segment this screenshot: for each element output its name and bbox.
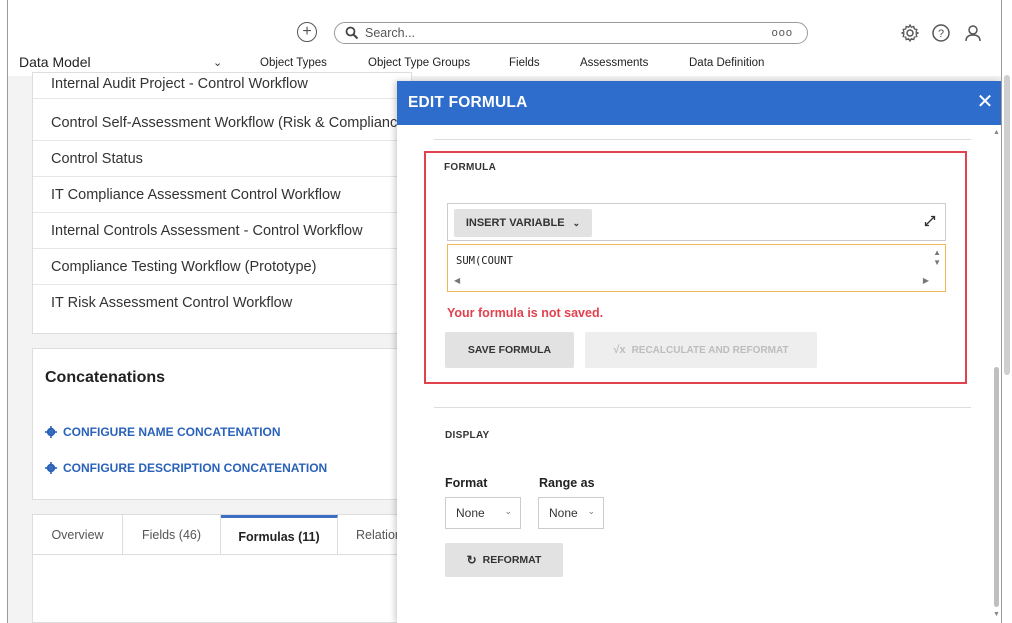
- chevron-down-icon: ⌄: [572, 217, 581, 228]
- tabs-bar: Overview Fields (46) Formulas (11) Relat…: [33, 515, 431, 555]
- expand-icon[interactable]: [923, 214, 937, 228]
- object-tabs-panel: Overview Fields (46) Formulas (11) Relat…: [32, 514, 431, 623]
- user-profile-icon[interactable]: [962, 22, 984, 44]
- settings-gear-icon[interactable]: [899, 22, 921, 44]
- tab-fields[interactable]: Fields: [509, 57, 540, 69]
- list-item[interactable]: Control Self-Assessment Workflow (Risk &…: [33, 105, 413, 141]
- list-item[interactable]: Compliance Testing Workflow (Prototype): [33, 249, 413, 285]
- chevron-down-icon: ⌄: [504, 506, 512, 516]
- scrollbar-thumb[interactable]: [1004, 75, 1010, 375]
- tab-object-type-groups[interactable]: Object Type Groups: [368, 57, 470, 69]
- page-scrollbar[interactable]: [1002, 0, 1012, 623]
- formula-error-message: Your formula is not saved.: [447, 306, 604, 320]
- gear-icon: [45, 462, 57, 474]
- gear-icon: [45, 426, 57, 438]
- modal-title: EDIT FORMULA: [408, 94, 528, 111]
- reformat-button[interactable]: ↻ REFORMAT: [445, 543, 563, 577]
- scroll-up-icon[interactable]: ▲: [993, 129, 1000, 136]
- tab-fields[interactable]: Fields (46): [123, 515, 221, 555]
- close-icon[interactable]: ✕: [974, 90, 996, 114]
- search-input[interactable]: Search... ooo: [334, 22, 808, 44]
- edit-formula-modal: EDIT FORMULA ✕ FORMULA INSERT VARIABLE ⌄…: [397, 81, 1001, 623]
- formula-section-label: FORMULA: [444, 162, 497, 173]
- list-item[interactable]: IT Compliance Assessment Control Workflo…: [33, 177, 413, 213]
- divider: [434, 139, 971, 140]
- insert-variable-label: INSERT VARIABLE: [465, 217, 565, 229]
- chevron-down-icon: ⌄: [587, 506, 595, 516]
- search-icon: [345, 26, 359, 40]
- window-border: [1001, 0, 1002, 623]
- top-bar: + Search... ooo ?: [0, 0, 1012, 52]
- format-select[interactable]: None ⌄: [445, 497, 521, 529]
- chevron-down-icon[interactable]: ⌄: [213, 56, 222, 69]
- help-icon[interactable]: ?: [930, 22, 952, 44]
- format-label: Format: [445, 476, 488, 490]
- range-as-select-value: None: [549, 506, 578, 520]
- recalculate-label: RECALCULATE AND REFORMAT: [631, 344, 789, 356]
- formula-editor-input[interactable]: SUM(COUNT ▲ ▼ ◀ ▶: [447, 244, 946, 292]
- scroll-down-icon[interactable]: ▼: [993, 611, 1000, 618]
- list-item[interactable]: IT Risk Assessment Control Workflow: [33, 285, 413, 321]
- scroll-up-icon[interactable]: ▲: [933, 248, 941, 257]
- insert-variable-button[interactable]: INSERT VARIABLE ⌄: [454, 209, 592, 237]
- formula-editor-toolbar: INSERT VARIABLE ⌄: [447, 203, 946, 241]
- scroll-left-icon[interactable]: ◀: [454, 276, 460, 285]
- more-options-icon[interactable]: ooo: [772, 27, 793, 39]
- save-formula-button[interactable]: SAVE FORMULA: [445, 332, 574, 368]
- format-select-value: None: [456, 506, 485, 520]
- recalculate-and-reformat-button[interactable]: √x RECALCULATE AND REFORMAT: [585, 332, 817, 368]
- window-border: [7, 0, 8, 623]
- tab-data-definition[interactable]: Data Definition: [689, 57, 764, 69]
- configure-name-concatenation-label: CONFIGURE NAME CONCATENATION: [63, 425, 281, 439]
- data-model-dropdown[interactable]: Data Model: [19, 54, 91, 70]
- configure-description-concatenation-label: CONFIGURE DESCRIPTION CONCATENATION: [63, 461, 328, 475]
- search-placeholder: Search...: [365, 26, 416, 40]
- svg-text:?: ?: [938, 28, 944, 40]
- divider: [434, 407, 971, 408]
- tab-formulas[interactable]: Formulas (11): [221, 515, 338, 555]
- square-root-icon: √x: [613, 344, 626, 356]
- concatenations-title: Concatenations: [45, 369, 166, 386]
- scroll-right-icon[interactable]: ▶: [923, 276, 929, 285]
- modal-header: EDIT FORMULA ✕: [397, 81, 1001, 125]
- concatenations-panel: Concatenations CONFIGURE NAME CONCATENAT…: [32, 348, 412, 500]
- configure-name-concatenation-link[interactable]: CONFIGURE NAME CONCATENATION: [45, 425, 281, 439]
- range-as-select[interactable]: None ⌄: [538, 497, 604, 529]
- scrollbar-thumb[interactable]: [994, 367, 999, 607]
- display-section-label: DISPLAY: [445, 430, 490, 441]
- range-as-label: Range as: [539, 476, 595, 490]
- formula-text: SUM(COUNT: [456, 255, 513, 267]
- tab-assessments[interactable]: Assessments: [580, 57, 648, 69]
- modal-scrollbar[interactable]: ▲ ▼: [991, 125, 1001, 623]
- refresh-icon: ↻: [466, 553, 477, 567]
- list-item[interactable]: Control Status: [33, 141, 413, 177]
- list-item[interactable]: Internal Controls Assessment - Control W…: [33, 213, 413, 249]
- list-item[interactable]: Internal Audit Project - Control Workflo…: [33, 69, 413, 99]
- workflow-list: Internal Audit Project - Control Workflo…: [32, 69, 413, 334]
- configure-description-concatenation-link[interactable]: CONFIGURE DESCRIPTION CONCATENATION: [45, 461, 327, 475]
- tab-overview[interactable]: Overview: [33, 515, 123, 555]
- reformat-label: REFORMAT: [482, 554, 542, 566]
- scroll-down-icon[interactable]: ▼: [933, 258, 941, 267]
- add-icon[interactable]: +: [297, 22, 317, 42]
